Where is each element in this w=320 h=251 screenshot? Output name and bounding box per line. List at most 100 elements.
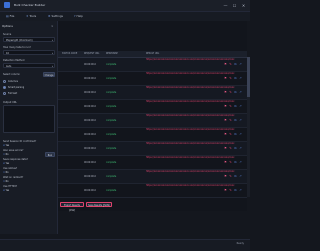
detection-value: Auto	[6, 65, 12, 68]
row-time: 00:00:00.0	[84, 175, 96, 178]
status-bar	[0, 239, 250, 251]
col-header-status[interactable]: STATUS CODE	[62, 52, 77, 55]
edit-icon[interactable]: ✎	[229, 161, 232, 164]
save-json-button[interactable]: Save Results (JSON)	[86, 202, 112, 207]
copy-icon[interactable]: ⧉	[234, 63, 237, 66]
change-button[interactable]: Change	[43, 72, 55, 77]
check-value-2[interactable]: ☐ No	[3, 153, 9, 156]
check-value-1[interactable]: ☑ Yes	[3, 144, 9, 147]
minimize-button[interactable]: —	[222, 2, 229, 9]
edit-icon[interactable]: ✎	[229, 119, 232, 122]
row-result-url[interactable]: https://xxxxxxxxxxxxxxxxxxxxxxxxxxx.xxx/…	[146, 86, 234, 90]
row-result-url[interactable]: https://xxxxxxxxxxxxxxxxxxxxxxxxxxx.xxx/…	[146, 58, 234, 62]
close-button[interactable]: ✕	[240, 2, 247, 9]
title-bar: Bulk Checker Builder — ☐ ✕	[0, 0, 250, 12]
flag-icon[interactable]: ⚑	[224, 147, 227, 150]
edit-icon[interactable]: ✎	[229, 175, 232, 178]
copy-icon[interactable]: ⧉	[234, 147, 237, 150]
row-time: 00:00:00.0	[84, 119, 96, 122]
row-result-url[interactable]: https://xxxxxxxxxxxxxxxxxxxxxxxxxxx.xxx/…	[146, 184, 234, 188]
export-csv-button[interactable]: Export Results (CSV)	[60, 202, 84, 212]
copy-icon[interactable]: ⧉	[234, 161, 237, 164]
check-value-2-text: No	[5, 153, 9, 156]
open-link-icon[interactable]: ↗	[239, 147, 242, 150]
edit-icon[interactable]: ✎	[229, 147, 232, 150]
edit-icon[interactable]: ✎	[229, 91, 232, 94]
flag-icon[interactable]: ⚑	[224, 105, 227, 108]
menu-tools[interactable]: ✦Tools	[26, 13, 36, 20]
open-link-icon[interactable]: ↗	[239, 119, 242, 122]
row-result-url[interactable]: https://xxxxxxxxxxxxxxxxxxxxxxxxxxx.xxx/…	[146, 114, 234, 118]
row-status: complete	[106, 91, 117, 94]
source-select[interactable]: Playwright (Chromium) ▾	[3, 37, 55, 42]
copy-icon[interactable]: ⧉	[234, 133, 237, 136]
open-link-icon[interactable]: ↗	[239, 175, 242, 178]
tabs-value: 10	[6, 52, 9, 55]
row-result-url[interactable]: https://xxxxxxxxxxxxxxxxxxxxxxxxxxx.xxx/…	[146, 128, 234, 132]
edit-icon[interactable]: ✎	[229, 189, 232, 192]
radio-full-text[interactable]	[3, 92, 6, 95]
copy-icon[interactable]: ⧉	[234, 91, 237, 94]
flag-icon[interactable]: ⚑	[224, 175, 227, 178]
open-link-icon[interactable]: ↗	[239, 63, 242, 66]
row-time: 00:00:00.0	[84, 77, 96, 80]
radio-smart-parsing[interactable]	[3, 86, 6, 89]
check-value-1-text: Yes	[5, 144, 10, 147]
checkbox-icon: ☐	[3, 171, 5, 174]
menu-help[interactable]: ?Help	[74, 13, 83, 20]
sidebar-close-icon[interactable]: ×	[51, 24, 54, 28]
open-link-icon[interactable]: ↗	[239, 133, 242, 136]
flag-icon[interactable]: ⚑	[224, 133, 227, 136]
row-result-url[interactable]: https://xxxxxxxxxxxxxxxxxxxxxxxxxxx.xxx/…	[146, 142, 234, 146]
copy-icon[interactable]: ⧉	[234, 119, 237, 122]
flag-icon[interactable]: ⚑	[224, 189, 227, 192]
flag-icon[interactable]: ⚑	[224, 63, 227, 66]
open-link-icon[interactable]: ↗	[239, 161, 242, 164]
radio-smart-label: Smart parsing	[8, 86, 25, 89]
open-link-icon[interactable]: ↗	[239, 105, 242, 108]
checkbox-icon: ☑	[3, 162, 5, 165]
detection-select[interactable]: Auto ▾	[3, 63, 55, 68]
row-status: complete	[106, 63, 117, 66]
row-result-url[interactable]: https://xxxxxxxxxxxxxxxxxxxxxxxxxxx.xxx/…	[146, 156, 234, 160]
flag-icon[interactable]: ⚑	[224, 119, 227, 122]
col-header-request[interactable]: REQUEST URL	[84, 52, 99, 55]
flag-icon[interactable]: ⚑	[224, 161, 227, 164]
edit-icon[interactable]: ✎	[229, 77, 232, 80]
open-link-icon[interactable]: ↗	[239, 189, 242, 192]
status-text: Ready	[236, 242, 244, 245]
open-link-icon[interactable]: ↗	[239, 77, 242, 80]
row-status: complete	[106, 161, 117, 164]
radio-columns[interactable]	[3, 80, 6, 83]
output-url-textarea[interactable]	[3, 105, 55, 133]
flag-icon[interactable]: ⚑	[224, 91, 227, 94]
col-header-result[interactable]: RESULT URL	[146, 52, 159, 55]
copy-icon[interactable]: ⧉	[234, 189, 237, 192]
row-status: complete	[106, 119, 117, 122]
radio-columns-label: Columns	[8, 80, 18, 83]
edit-icon[interactable]: ✎	[229, 133, 232, 136]
menu-settings[interactable]: ⚙Settings	[48, 13, 63, 20]
tabs-input[interactable]: 10 ▾	[3, 50, 55, 55]
check-value-3[interactable]: ☑ Yes	[3, 162, 9, 165]
copy-icon[interactable]: ⧉	[234, 105, 237, 108]
scrollbar-thumb[interactable]	[247, 57, 250, 97]
check-value-4[interactable]: ☐ No	[3, 171, 9, 174]
row-result-url[interactable]: https://xxxxxxxxxxxxxxxxxxxxxxxxxxx.xxx/…	[146, 72, 234, 76]
copy-icon[interactable]: ⧉	[234, 77, 237, 80]
open-link-icon[interactable]: ↗	[239, 91, 242, 94]
copy-icon[interactable]: ⧉	[234, 175, 237, 178]
row-result-url[interactable]: https://xxxxxxxxxxxxxxxxxxxxxxxxxxx.xxx/…	[146, 170, 234, 174]
check-value-6[interactable]: ☑ Yes	[3, 189, 9, 192]
menu-file[interactable]: ▤File	[6, 13, 14, 20]
menu-help-label: Help	[76, 14, 83, 18]
col-header-response[interactable]: RESPONSE	[106, 52, 118, 55]
check-value-5[interactable]: ☐ No	[3, 180, 9, 183]
edit-icon[interactable]: ✎	[229, 63, 232, 66]
run-button[interactable]: Run	[45, 152, 55, 157]
maximize-button[interactable]: ☐	[231, 2, 238, 9]
row-result-url[interactable]: https://xxxxxxxxxxxxxxxxxxxxxxxxxxx.xxx/…	[146, 100, 234, 104]
edit-icon[interactable]: ✎	[229, 105, 232, 108]
checkbox-icon: ☐	[3, 153, 5, 156]
flag-icon[interactable]: ⚑	[224, 77, 227, 80]
